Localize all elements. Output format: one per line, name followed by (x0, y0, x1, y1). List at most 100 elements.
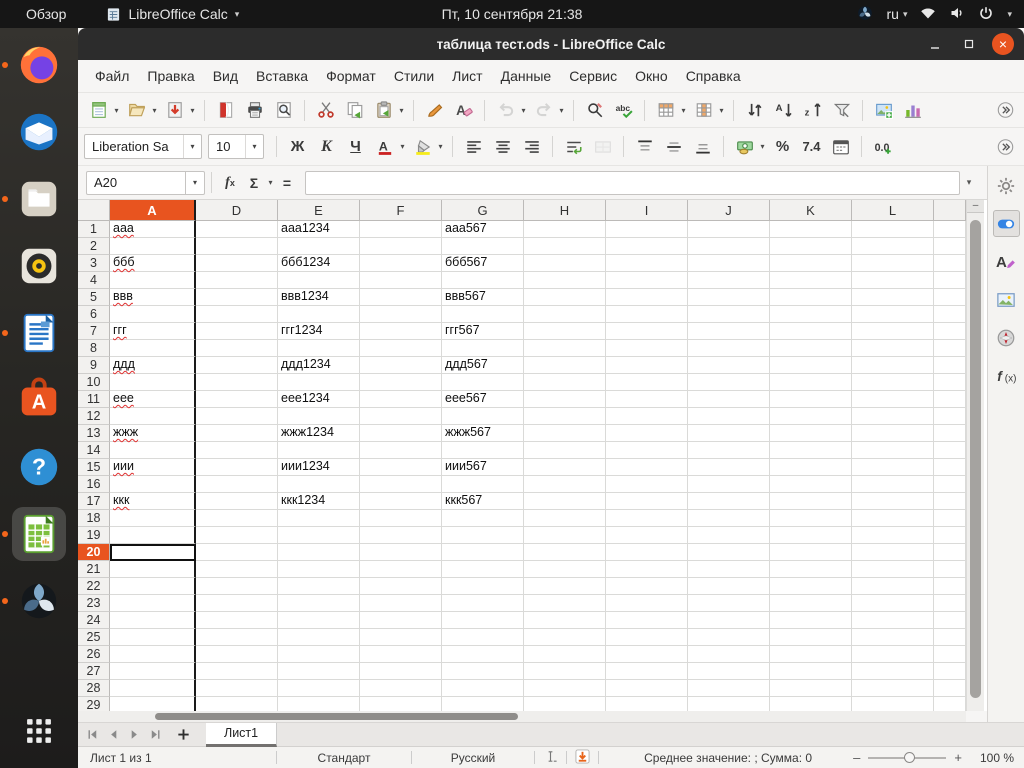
cell-H28[interactable] (524, 680, 606, 697)
cell-I10[interactable] (606, 374, 688, 391)
cell-K14[interactable] (770, 442, 852, 459)
minimize-button[interactable] (924, 33, 946, 55)
toolbar-button-align-top[interactable] (631, 133, 658, 160)
cell-E24[interactable] (278, 612, 360, 629)
cell-I7[interactable] (606, 323, 688, 340)
cell-K8[interactable] (770, 340, 852, 357)
cell-F4[interactable] (360, 272, 442, 289)
cell-G22[interactable] (442, 578, 524, 595)
cell-J26[interactable] (688, 646, 770, 663)
dock-item-rhythmbox[interactable] (12, 239, 66, 293)
cell-J7[interactable] (688, 323, 770, 340)
cell-J15[interactable] (688, 459, 770, 476)
cell-A3[interactable]: ббб (110, 255, 196, 272)
cell-F11[interactable] (360, 391, 442, 408)
column-header-F[interactable]: F (360, 200, 442, 221)
toolbar-button-insert-column[interactable] (690, 97, 717, 124)
menu-format[interactable]: Формат (317, 64, 385, 88)
cell-F7[interactable] (360, 323, 442, 340)
cell-J21[interactable] (688, 561, 770, 578)
row-header-16[interactable]: 16 (78, 476, 110, 493)
column-header-E[interactable]: E (278, 200, 360, 221)
column-header-K[interactable]: K (770, 200, 852, 221)
row-header-13[interactable]: 13 (78, 425, 110, 442)
toolbar-button-merge-cells[interactable] (589, 133, 616, 160)
app-menu[interactable]: LibreOffice Calc ▾ (106, 6, 239, 22)
cell-K24[interactable] (770, 612, 852, 629)
menu-window[interactable]: Окно (626, 64, 677, 88)
cell-E29[interactable] (278, 697, 360, 711)
cell-J1[interactable] (688, 221, 770, 238)
cell-G2[interactable] (442, 238, 524, 255)
cell-partial-11[interactable] (934, 391, 966, 408)
paste-dropdown-icon[interactable]: ▾ (397, 106, 406, 115)
cell-F27[interactable] (360, 663, 442, 680)
cell-J8[interactable] (688, 340, 770, 357)
cell-H9[interactable] (524, 357, 606, 374)
cell-D25[interactable] (196, 629, 278, 646)
dock-item-thunderbird[interactable] (12, 105, 66, 159)
cell-E7[interactable]: ггг1234 (278, 323, 360, 340)
cell-E11[interactable]: еее1234 (278, 391, 360, 408)
cell-H18[interactable] (524, 510, 606, 527)
cell-F20[interactable] (360, 544, 442, 561)
cell-D18[interactable] (196, 510, 278, 527)
cell-E20[interactable] (278, 544, 360, 561)
cell-D8[interactable] (196, 340, 278, 357)
restore-button[interactable] (958, 33, 980, 55)
cell-partial-24[interactable] (934, 612, 966, 629)
cell-A7[interactable]: ггг (110, 323, 196, 340)
cell-H21[interactable] (524, 561, 606, 578)
document-modified-icon[interactable] (575, 748, 590, 767)
cell-E4[interactable] (278, 272, 360, 289)
row-header-27[interactable]: 27 (78, 663, 110, 680)
cell-D19[interactable] (196, 527, 278, 544)
cell-K15[interactable] (770, 459, 852, 476)
cell-D26[interactable] (196, 646, 278, 663)
cell-H11[interactable] (524, 391, 606, 408)
cell-H14[interactable] (524, 442, 606, 459)
cell-I23[interactable] (606, 595, 688, 612)
cell-partial-15[interactable] (934, 459, 966, 476)
cell-partial-8[interactable] (934, 340, 966, 357)
column-header-A[interactable]: A (110, 200, 196, 221)
cell-K2[interactable] (770, 238, 852, 255)
cell-K11[interactable] (770, 391, 852, 408)
cell-H25[interactable] (524, 629, 606, 646)
cell-I22[interactable] (606, 578, 688, 595)
dock-item-libreoffice-calc[interactable] (2, 507, 66, 561)
cell-A27[interactable] (110, 663, 196, 680)
toolbar-overflow-button[interactable] (992, 133, 1019, 160)
cell-A11[interactable]: еее (110, 391, 196, 408)
font-size-dropdown-icon[interactable]: ▾ (245, 135, 263, 158)
cell-A9[interactable]: ддд (110, 357, 196, 374)
cell-G26[interactable] (442, 646, 524, 663)
cell-F21[interactable] (360, 561, 442, 578)
cell-partial-13[interactable] (934, 425, 966, 442)
redo-dropdown-icon[interactable]: ▾ (557, 106, 566, 115)
cell-L25[interactable] (852, 629, 934, 646)
open-dropdown-icon[interactable]: ▾ (150, 106, 159, 115)
vertical-scrollbar-thumb[interactable] (970, 220, 981, 698)
cell-K26[interactable] (770, 646, 852, 663)
cell-J16[interactable] (688, 476, 770, 493)
selection-summary[interactable]: Среднее значение: ; Сумма: 0 (607, 751, 849, 765)
cell-F29[interactable] (360, 697, 442, 711)
cell-I29[interactable] (606, 697, 688, 711)
cell-E3[interactable]: ббб1234 (278, 255, 360, 272)
cell-G1[interactable]: ааа567 (442, 221, 524, 238)
sidebar-tab-navigator[interactable] (993, 324, 1020, 351)
cell-L17[interactable] (852, 493, 934, 510)
cell-L22[interactable] (852, 578, 934, 595)
cell-E21[interactable] (278, 561, 360, 578)
cell-D10[interactable] (196, 374, 278, 391)
cell-J19[interactable] (688, 527, 770, 544)
cell-F2[interactable] (360, 238, 442, 255)
cell-F10[interactable] (360, 374, 442, 391)
cell-L21[interactable] (852, 561, 934, 578)
cell-H7[interactable] (524, 323, 606, 340)
cell-G13[interactable]: жжж567 (442, 425, 524, 442)
cell-D11[interactable] (196, 391, 278, 408)
cell-I14[interactable] (606, 442, 688, 459)
horizontal-scrollbar[interactable] (78, 711, 966, 722)
